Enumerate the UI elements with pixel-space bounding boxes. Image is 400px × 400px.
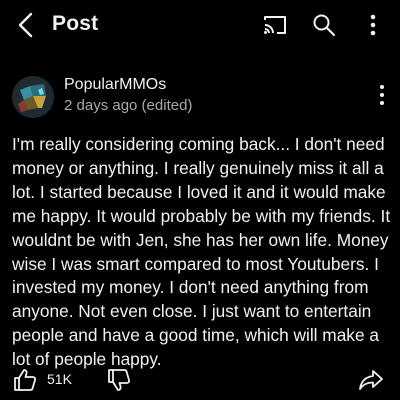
page-title: Post [52,12,99,35]
cast-button[interactable] [262,12,288,38]
thumbs-up-icon [14,369,37,391]
share-arrow-icon [359,370,383,390]
post-timestamp: 2 days ago (edited) [64,97,193,114]
more-options-button[interactable] [360,12,386,38]
avatar[interactable] [12,76,54,118]
like-button[interactable] [12,367,38,393]
like-count: 51K [47,371,72,387]
dislike-button[interactable] [106,367,132,393]
thumbs-down-icon [108,369,131,391]
top-app-bar: Post [0,0,400,52]
search-button[interactable] [311,12,337,38]
back-arrow-icon [18,12,33,38]
post-menu-button[interactable] [372,82,392,108]
post-body: I'm really considering coming back... I … [12,134,391,370]
cast-icon [264,16,286,34]
search-icon [313,14,336,37]
more-vertical-icon [380,85,384,105]
channel-avatar-icon [12,76,54,118]
back-button[interactable] [14,11,36,39]
more-vertical-icon [370,14,376,36]
share-button[interactable] [357,367,385,393]
post-author[interactable]: PopularMMOs [64,76,166,94]
